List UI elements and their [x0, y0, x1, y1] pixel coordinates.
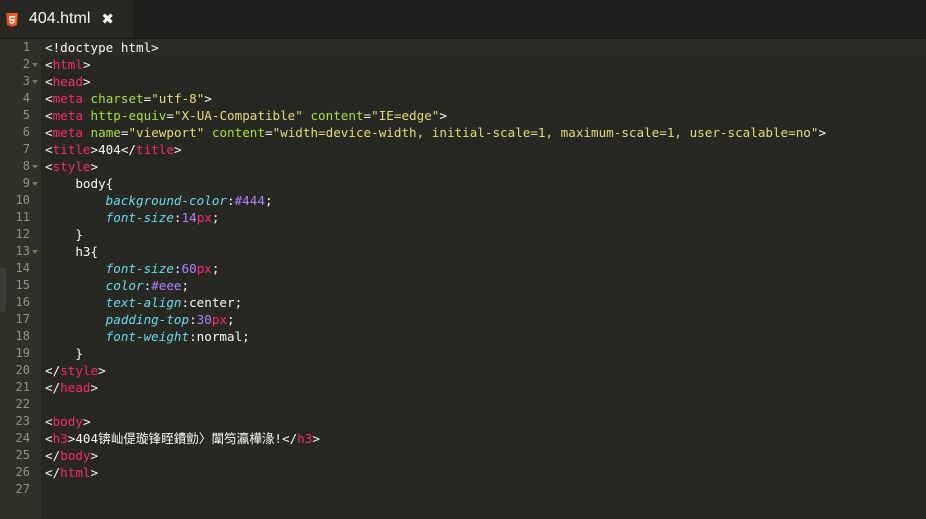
tab-title: 404.html — [29, 10, 91, 27]
line-number: 2 — [22, 57, 30, 71]
line-number: 3 — [22, 74, 30, 88]
code-line: <!doctype html> — [45, 40, 159, 55]
line-number: 26 — [15, 465, 30, 479]
code-line: </head> — [45, 380, 99, 395]
code-line: </style> — [45, 363, 106, 378]
code-line: <title>404</title> — [45, 142, 182, 157]
line-number: 20 — [15, 363, 30, 377]
code-line: <meta http-equiv="X-UA-Compatible" conte… — [45, 108, 447, 123]
line-number: 13 — [15, 244, 30, 258]
code-line: <html> — [45, 57, 91, 72]
line-number: 24 — [15, 431, 30, 445]
tab-bar: 404.html ✖ — [0, 0, 926, 39]
code-line: font-weight:normal; — [105, 329, 250, 344]
fold-toggle-icon[interactable] — [32, 158, 40, 175]
code-line: <head> — [45, 74, 91, 89]
code-line: background-color:#444; — [105, 193, 273, 208]
code-line: </body> — [45, 448, 99, 463]
line-number: 21 — [15, 380, 30, 394]
side-panel-handle[interactable] — [0, 268, 6, 312]
code-line: body{ — [45, 176, 114, 191]
line-number: 27 — [15, 482, 30, 496]
code-line: <h3>404锛屾偍璇锋眰鐨勯〉闈笉瀛樺湪!</h3> — [45, 431, 320, 446]
code-line: font-size:14px; — [105, 210, 220, 225]
line-number: 11 — [15, 210, 30, 224]
code-line: padding-top:30px; — [105, 312, 235, 327]
line-number: 7 — [22, 142, 30, 156]
line-number: 1 — [22, 40, 30, 54]
code-line: <meta charset="utf-8"> — [45, 91, 212, 106]
code-line: } — [45, 346, 83, 361]
code-line: h3{ — [45, 244, 99, 259]
code-line: </html> — [45, 465, 99, 480]
line-number: 25 — [15, 448, 30, 462]
code-line: font-size:60px; — [105, 261, 220, 276]
line-number: 8 — [22, 159, 30, 173]
code-line: } — [45, 227, 83, 242]
line-number: 18 — [15, 329, 30, 343]
html5-icon — [6, 12, 18, 27]
code-line: <body> — [45, 414, 91, 429]
code-editor[interactable]: <!doctype html> <html> <head> <meta char… — [45, 39, 925, 519]
line-number: 17 — [15, 312, 30, 326]
line-number: 5 — [22, 108, 30, 122]
close-icon[interactable]: ✖ — [101, 10, 114, 28]
fold-toggle-icon[interactable] — [32, 56, 40, 73]
fold-toggle-icon[interactable] — [32, 73, 40, 90]
line-number: 22 — [15, 397, 30, 411]
fold-toggle-icon[interactable] — [32, 243, 40, 260]
line-number-gutter: 1 2 3 4 5 6 7 8 9 10 11 12 13 14 15 16 1… — [0, 39, 41, 519]
code-line: color:#eee; — [105, 278, 190, 293]
line-number: 23 — [15, 414, 30, 428]
line-number: 9 — [22, 176, 30, 190]
fold-toggle-icon[interactable] — [32, 175, 40, 192]
tab-404-html[interactable]: 404.html ✖ — [0, 0, 133, 38]
line-number: 10 — [15, 193, 30, 207]
line-number: 12 — [15, 227, 30, 241]
line-number: 4 — [22, 91, 30, 105]
line-number: 6 — [22, 125, 30, 139]
line-number: 19 — [15, 346, 30, 360]
code-line: <meta name="viewport" content="width=dev… — [45, 125, 827, 140]
code-line: text-align:center; — [105, 295, 243, 310]
code-line: <style> — [45, 159, 99, 174]
